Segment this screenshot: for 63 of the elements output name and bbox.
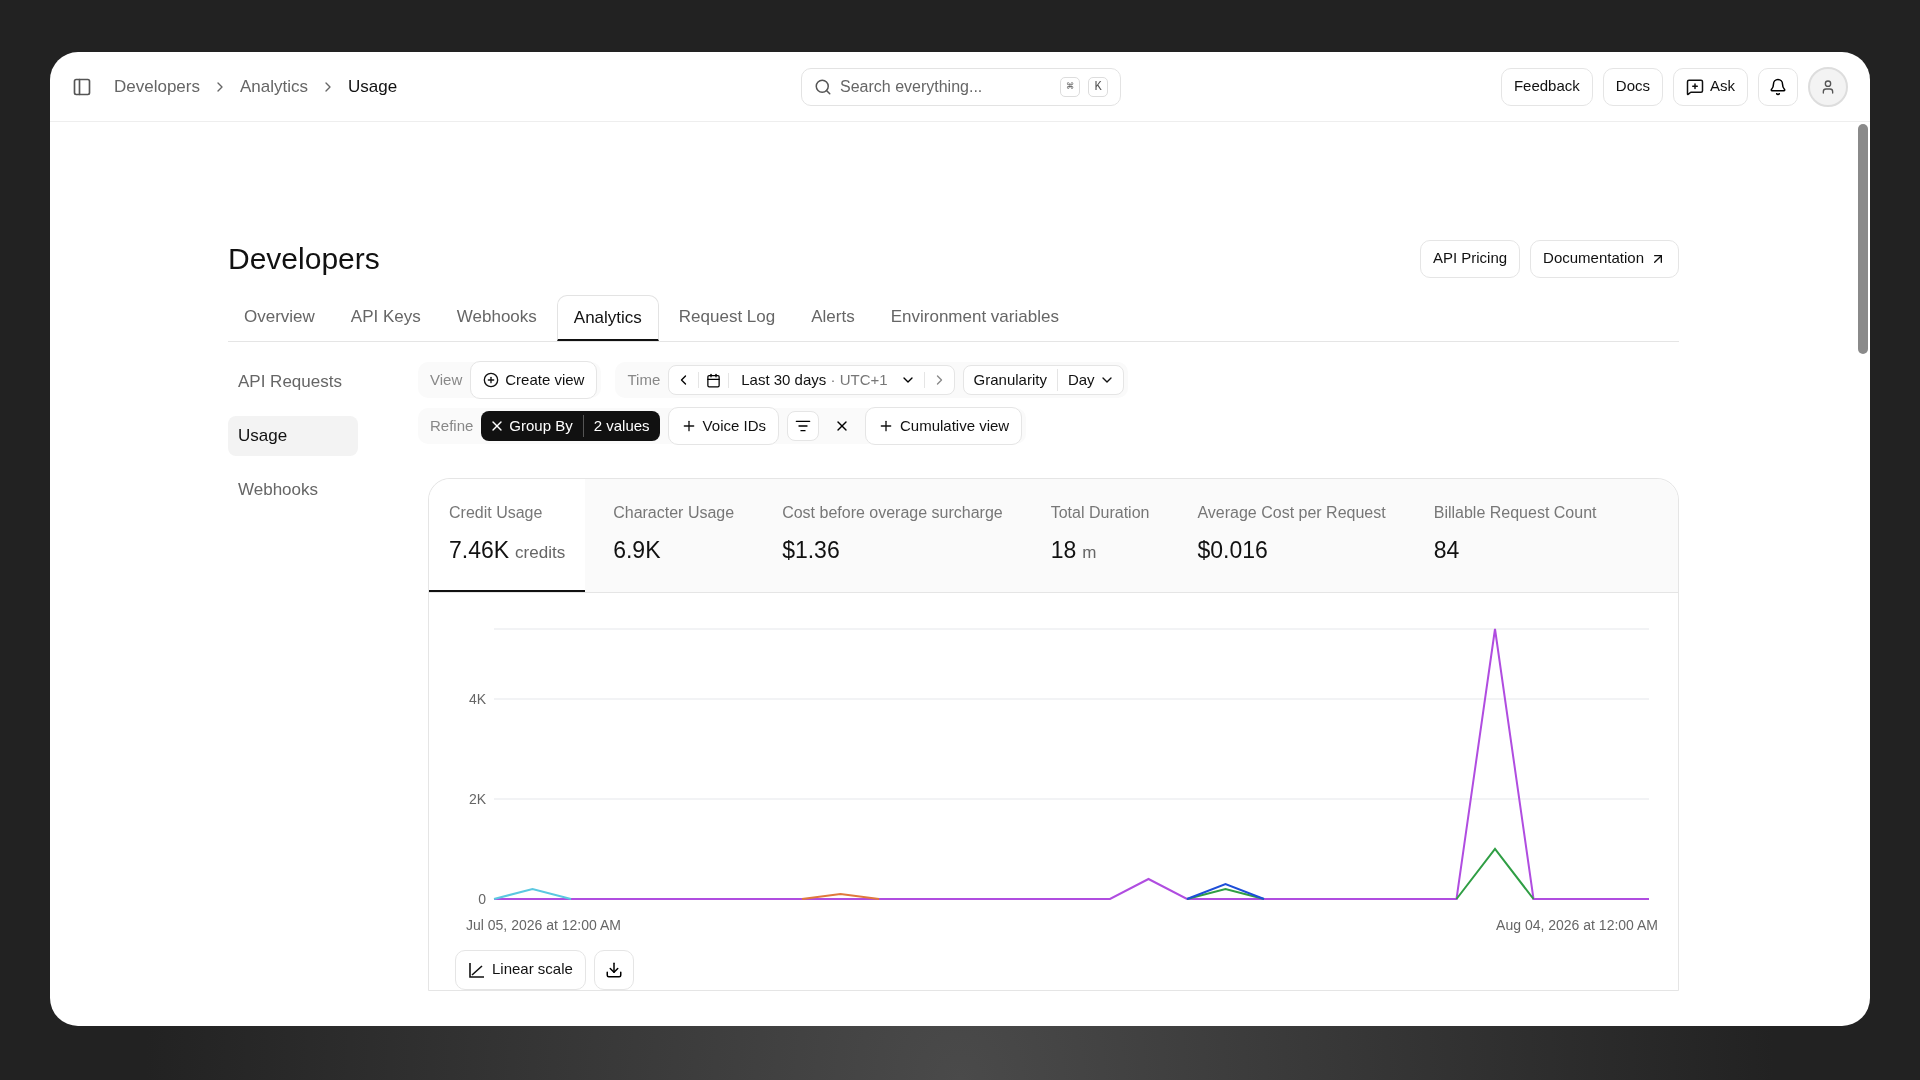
chip-value: 2 values [592,415,651,436]
tab[interactable]: Request Log [662,295,792,341]
linear-scale-button[interactable]: Linear scale [455,949,586,990]
chat-plus-icon [1686,77,1704,96]
bell-icon [1769,77,1787,96]
date-range-value: Last 30 days · UTC+1 [740,369,889,390]
line-chart-icon [468,960,486,979]
granularity-value: Day [1066,369,1096,390]
search-field[interactable]: Search everything... ⌘ K [801,68,1121,106]
metric-tab[interactable]: Total Duration 18 m [1030,479,1170,592]
granularity-label: Granularity [963,368,1058,392]
group-by-chip[interactable]: Group By 2 values [481,411,660,441]
nav-button[interactable]: Docs [1602,67,1663,106]
header-button[interactable]: API Pricing [1419,239,1521,278]
plus-icon [878,418,894,434]
filter-icon [795,418,811,434]
search-icon [814,78,832,96]
metric-tab[interactable]: Character Usage 6.9K [593,479,755,592]
tab[interactable]: Analytics [556,295,659,341]
user-icon [1820,78,1836,95]
breadcrumb-link[interactable]: Analytics [240,73,309,100]
tab[interactable]: Webhooks [440,295,553,341]
voice-ids-button[interactable]: Voice IDs [667,407,779,445]
tab[interactable]: API Keys [334,295,437,341]
notifications-button[interactable] [1758,67,1798,106]
plus-circle-icon [483,372,500,388]
shortcut-key: ⌘ [1060,77,1080,97]
page-title: Developers [228,241,380,277]
side-nav-item[interactable]: API Requests [228,362,358,402]
sidebar-toggle-icon[interactable] [72,76,92,97]
breadcrumb-link[interactable]: Developers [114,73,200,100]
x-axis-label: Aug 04, 2026 at 12:00 AM [1496,915,1658,935]
date-range-picker[interactable]: Last 30 days · UTC+1 [668,365,955,395]
metric-tab[interactable]: Cost before overage surcharge $1.36 [762,479,1023,592]
y-axis-label: 0 [478,890,486,907]
create-view-button[interactable]: Create view [470,361,598,399]
ask-button[interactable]: Ask [1673,67,1748,106]
tab[interactable]: Overview [228,295,331,341]
tab[interactable]: Environment variables [874,295,1075,341]
filter-label: View [430,369,463,390]
filter-label: Refine [430,415,474,436]
metric-tab[interactable]: Credit Usage 7.46K credits [429,479,586,592]
avatar-button[interactable] [1808,66,1848,107]
search-input[interactable]: Search everything... [840,75,1052,99]
download-button[interactable] [593,949,634,990]
tab[interactable]: Alerts [795,295,871,341]
side-nav-item[interactable]: Webhooks [228,470,358,510]
y-axis-label: 2K [468,790,486,807]
y-axis-label: 4K [468,690,486,707]
chip-label: Group By [505,414,584,438]
download-icon [604,960,623,979]
cumulative-view-button[interactable]: Cumulative view [865,407,1023,445]
metric-tab[interactable]: Average Cost per Request $0.016 [1177,479,1406,592]
filter-label: Time [627,369,661,390]
granularity-select[interactable]: Granularity Day [962,365,1124,395]
shortcut-key: K [1088,77,1108,97]
header-button[interactable]: Documentation [1530,239,1679,278]
breadcrumb-link[interactable]: Usage [348,73,398,100]
filter-button[interactable] [787,411,819,441]
metric-tab[interactable]: Billable Request Count 84 [1413,479,1617,592]
x-axis-label: Jul 05, 2026 at 12:00 AM [466,915,621,935]
nav-button[interactable]: Feedback [1500,67,1593,106]
side-nav-item[interactable]: Usage [228,416,358,456]
